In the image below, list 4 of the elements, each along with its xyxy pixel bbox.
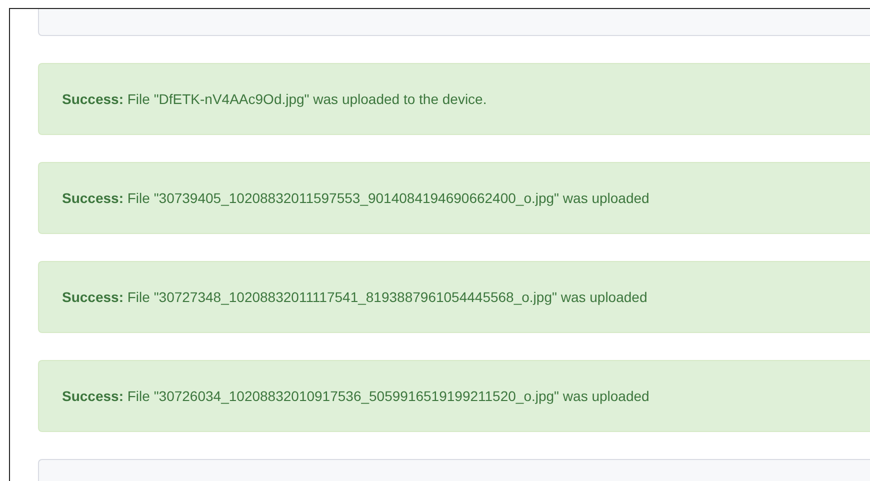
alert-message: Success: File "30726034_10208832010917536_5059916519199211520_o.jpg" was uploaded (62, 388, 650, 404)
alert-message: Success: File "30739405_10208832011597553_9014084194690662400_o.jpg" was uploaded (62, 190, 650, 206)
alert-message: Success: File "30727348_10208832011117541_8193887961054445568_o.jpg" was uploaded (62, 289, 648, 305)
alert-message: Success: File "DfETK-nV4AAc9Od.jpg" was uploaded to the device. (62, 91, 487, 107)
